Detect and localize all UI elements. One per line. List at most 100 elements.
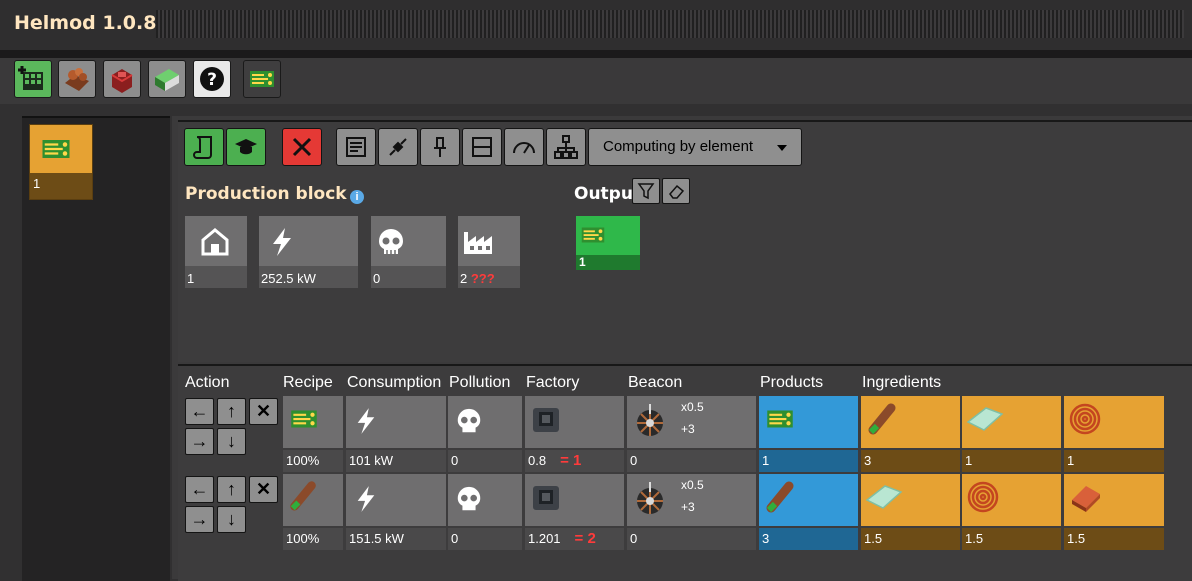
copper-coil-icon xyxy=(1069,403,1101,435)
info-icon[interactable]: i xyxy=(350,190,364,204)
ingredient-cell[interactable]: 1.5 xyxy=(962,474,1061,550)
pin-icon[interactable] xyxy=(420,128,460,166)
copper-plate-icon xyxy=(1072,486,1100,512)
header-ingredients: Ingredients xyxy=(862,374,942,391)
main-toolbar: ? xyxy=(0,58,1192,104)
copper-cable-icon xyxy=(868,403,896,435)
ingredient-cell[interactable]: 1.5 xyxy=(1064,474,1164,550)
stat-power[interactable]: 252.5 kW xyxy=(259,216,358,288)
copper-cable-icon xyxy=(766,481,794,513)
recipe-table: Action Recipe Consumption Pollution Fact… xyxy=(178,364,1192,581)
output-item-electronic-circuit[interactable]: 1 xyxy=(576,216,640,270)
filter-icon[interactable] xyxy=(632,178,660,204)
beacon-icon xyxy=(637,404,663,436)
electronic-circuit-icon xyxy=(581,227,605,243)
header-factory: Factory xyxy=(526,374,580,391)
list-icon[interactable] xyxy=(336,128,376,166)
production-panel: Computing by element Production block i … xyxy=(172,116,1192,581)
help-icon[interactable]: ? xyxy=(193,60,231,98)
delete-icon[interactable]: ✕ xyxy=(249,398,278,425)
stat-factory[interactable]: 2 ??? xyxy=(458,216,520,288)
graduation-cap-icon[interactable] xyxy=(226,128,266,166)
eraser-icon[interactable] xyxy=(662,178,690,204)
beacon-add: +3 xyxy=(681,422,695,436)
lightning-icon xyxy=(357,486,375,512)
arrow-up-icon[interactable]: ↑ xyxy=(217,398,246,425)
delete-icon[interactable]: ✕ xyxy=(249,476,278,503)
plug-icon[interactable] xyxy=(378,128,418,166)
ingredient-cell[interactable]: 1 xyxy=(1064,396,1164,472)
ingredient-cell[interactable]: 1.5 xyxy=(861,474,960,550)
consumption-cell[interactable]: 151.5 kW xyxy=(346,474,446,550)
consumption-cell[interactable]: 101 kW xyxy=(346,396,446,472)
glass-plate-icon xyxy=(865,485,903,509)
ingredient-cell[interactable]: 3 xyxy=(861,396,960,472)
arrow-up-icon[interactable]: ↑ xyxy=(217,476,246,503)
arrow-down-icon[interactable]: ↓ xyxy=(217,506,246,533)
factory-cell[interactable]: 1.201 = 2 xyxy=(525,474,624,550)
header-beacon: Beacon xyxy=(628,374,683,391)
block-list-panel: 1 xyxy=(22,116,170,581)
close-icon[interactable] xyxy=(282,128,322,166)
product-amount: 1 xyxy=(759,450,858,472)
beacon-add: +3 xyxy=(681,500,695,514)
gauge-icon[interactable] xyxy=(504,128,544,166)
factory-icon xyxy=(464,232,492,254)
arrow-right-icon[interactable]: → xyxy=(185,428,214,455)
recipe-cell[interactable]: 100% xyxy=(283,474,343,550)
product-amount: 3 xyxy=(759,528,858,550)
split-icon[interactable] xyxy=(462,128,502,166)
production-block-title: Production block xyxy=(185,184,347,204)
pollution-cell[interactable]: 0 xyxy=(448,396,522,472)
copper-coil-icon xyxy=(967,481,999,513)
spreadsheet-icon[interactable] xyxy=(148,60,186,98)
arrow-left-icon[interactable]: ← xyxy=(185,476,214,503)
stat-home[interactable]: 1 xyxy=(185,216,247,288)
new-model-icon[interactable] xyxy=(14,60,52,98)
factory-value: 1.201 = 2 xyxy=(525,528,624,550)
stat-value: 252.5 kW xyxy=(261,271,316,286)
ingredient-amount: 1 xyxy=(1064,450,1164,472)
ingredient-cell[interactable]: 1 xyxy=(962,396,1061,472)
arrow-down-icon[interactable]: ↓ xyxy=(217,428,246,455)
computing-mode-dropdown[interactable]: Computing by element xyxy=(588,128,802,166)
arrow-right-icon[interactable]: → xyxy=(185,506,214,533)
electronic-circuit-icon[interactable] xyxy=(243,60,281,98)
beacon-cell[interactable]: x0.5 +3 0 xyxy=(627,474,756,550)
stat-value: 1 xyxy=(187,271,195,286)
title-bar[interactable]: Helmod 1.0.8 xyxy=(0,0,1192,50)
header-recipe: Recipe xyxy=(283,374,333,391)
beacon-cell[interactable]: x0.5 +3 0 xyxy=(627,396,756,472)
assembling-machine-icon xyxy=(533,486,559,510)
stat-pollution[interactable]: 0 xyxy=(371,216,446,288)
hierarchy-icon[interactable] xyxy=(546,128,586,166)
beacon-multiplier: x0.5 xyxy=(681,400,704,414)
consumption-value: 101 kW xyxy=(346,450,446,472)
beacon-value: 0 xyxy=(627,528,756,550)
block-item-electronic-circuit[interactable]: 1 xyxy=(29,124,93,200)
divider xyxy=(0,50,1192,58)
drag-handle[interactable] xyxy=(156,10,1184,38)
recipe-cell[interactable]: 100% xyxy=(283,396,343,472)
lightning-icon xyxy=(357,408,375,434)
table-row: ← ↑ ✕ → ↓ 100% 101 kW 0 0.8 = 1 x0.5 +3 … xyxy=(184,396,1164,474)
scroll-icon[interactable] xyxy=(184,128,224,166)
pollution-cell[interactable]: 0 xyxy=(448,474,522,550)
app-title: Helmod 1.0.8 xyxy=(14,12,157,34)
beacon-value: 0 xyxy=(627,450,756,472)
consumption-value: 151.5 kW xyxy=(346,528,446,550)
product-cell[interactable]: 3 xyxy=(759,474,858,550)
skull-icon xyxy=(379,229,403,254)
red-block-icon[interactable] xyxy=(103,60,141,98)
recipe-percent: 100% xyxy=(283,528,343,550)
product-cell[interactable]: 1 xyxy=(759,396,858,472)
factory-value: 0.8 = 1 xyxy=(525,450,624,472)
header-action: Action xyxy=(185,374,230,391)
arrow-left-icon[interactable]: ← xyxy=(185,398,214,425)
factory-cell[interactable]: 0.8 = 1 xyxy=(525,396,624,472)
copper-ore-icon[interactable] xyxy=(58,60,96,98)
ingredient-amount: 1.5 xyxy=(861,528,960,550)
beacon-multiplier: x0.5 xyxy=(681,478,704,492)
output-count: 1 xyxy=(576,255,640,270)
pollution-value: 0 xyxy=(448,528,522,550)
